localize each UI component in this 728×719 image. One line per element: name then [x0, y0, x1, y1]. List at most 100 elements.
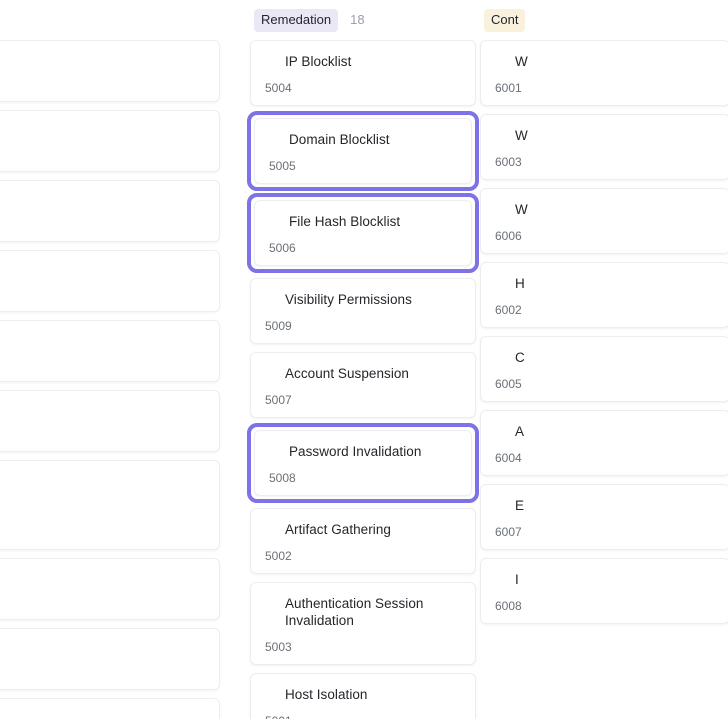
column-title-containment[interactable]: Cont	[484, 8, 526, 32]
board-column-remediation[interactable]: Remedation 18 IP Blocklist 5004 Domain Blo…	[247, 0, 479, 719]
diamond-icon	[495, 278, 506, 289]
card-body[interactable]: I 6008	[480, 558, 728, 624]
card-list-remediation: IP Blocklist 5004 Domain Blocklist 5005 File…	[247, 40, 479, 719]
card-offscreen[interactable]	[0, 180, 220, 242]
card-offscreen[interactable]	[0, 40, 220, 102]
card[interactable]: A 6004	[480, 410, 728, 476]
card[interactable]: W 6003	[480, 114, 728, 180]
card-highlighted[interactable]: Domain Blocklist 5005	[247, 111, 479, 191]
card-id: 5009	[265, 319, 292, 333]
board-column-left-partial[interactable]	[0, 0, 220, 719]
card-title: Artifact Gathering	[285, 522, 391, 537]
card[interactable]: E 6007	[480, 484, 728, 550]
card-header: C	[495, 349, 715, 366]
card-id: 6001	[495, 81, 522, 95]
square-icon	[265, 689, 276, 700]
card-header: Host Isolation	[265, 686, 461, 703]
column-title-remediation[interactable]: Remedation	[254, 8, 339, 32]
card-header: Password Invalidation	[269, 443, 457, 460]
card-id: 5006	[269, 241, 296, 255]
card-body[interactable]: Account Suspension 5007	[250, 352, 476, 418]
card-title: W	[515, 128, 528, 143]
card-id: 6005	[495, 377, 522, 391]
diamond-icon	[269, 216, 280, 227]
card-body[interactable]: Authentication Session Invalidation 5003	[250, 582, 476, 665]
card[interactable]: Visibility Permissions 5009	[250, 278, 476, 344]
card-offscreen[interactable]	[0, 250, 220, 312]
square-icon	[495, 130, 506, 141]
card-body[interactable]: Password Invalidation 5008	[254, 430, 472, 496]
square-icon	[265, 56, 276, 67]
board-column-containment[interactable]: Cont W 6001 W 6003 W 6006 H 6002 C 6005 A 6004 E 6007…	[480, 0, 728, 624]
card[interactable]: Authentication Session Invalidation 5003	[250, 582, 476, 665]
card-title: Visibility Permissions	[285, 292, 412, 307]
card-list-left-partial	[0, 40, 220, 719]
card[interactable]: H 6002	[480, 262, 728, 328]
card-title: Password Invalidation	[289, 444, 422, 459]
card[interactable]: Host Isolation 5001	[250, 673, 476, 719]
card-offscreen[interactable]	[0, 628, 220, 690]
card-body[interactable]: IP Blocklist 5004	[250, 40, 476, 106]
square-icon	[265, 294, 276, 305]
card-body[interactable]: File Hash Blocklist 5006	[254, 200, 472, 266]
card-id: 5005	[269, 159, 296, 173]
card-header: A	[495, 423, 715, 440]
card-body[interactable]: W 6006	[480, 188, 728, 254]
column-header-containment: Cont	[480, 0, 728, 40]
card-offscreen[interactable]	[0, 698, 220, 719]
card-body[interactable]: H 6002	[480, 262, 728, 328]
card-body[interactable]: C 6005	[480, 336, 728, 402]
card-offscreen[interactable]	[0, 460, 220, 550]
diamond-icon	[269, 446, 280, 457]
card-offscreen[interactable]	[0, 110, 220, 172]
card-header: Domain Blocklist	[269, 131, 457, 148]
diamond-icon	[495, 352, 506, 363]
card-header: IP Blocklist	[265, 53, 461, 70]
card[interactable]: W 6006	[480, 188, 728, 254]
card[interactable]: Artifact Gathering 5002	[250, 508, 476, 574]
card-body[interactable]: Visibility Permissions 5009	[250, 278, 476, 344]
card[interactable]: C 6005	[480, 336, 728, 402]
card-highlighted[interactable]: Password Invalidation 5008	[247, 423, 479, 503]
card-title: Host Isolation	[285, 687, 368, 702]
square-icon	[495, 426, 506, 437]
card-id: 6007	[495, 525, 522, 539]
card-id: 5001	[265, 714, 461, 719]
card-offscreen[interactable]	[0, 558, 220, 620]
card-body[interactable]: A 6004	[480, 410, 728, 476]
card-header: File Hash Blocklist	[269, 213, 457, 230]
card-body[interactable]: E 6007	[480, 484, 728, 550]
card-body[interactable]: Host Isolation 5001	[250, 673, 476, 719]
card-header: W	[495, 127, 715, 144]
card-body[interactable]: W 6003	[480, 114, 728, 180]
card-header: W	[495, 53, 715, 70]
card-body[interactable]: Domain Blocklist 5005	[254, 118, 472, 184]
card-id: 5004	[265, 81, 292, 95]
card[interactable]: Account Suspension 5007	[250, 352, 476, 418]
kanban-board: Remedation 18 IP Blocklist 5004 Domain Blo…	[0, 0, 728, 719]
square-icon	[495, 56, 506, 67]
card-id: 5002	[265, 549, 292, 563]
square-icon	[265, 368, 276, 379]
card-header: Artifact Gathering	[265, 521, 461, 538]
card-id: 6008	[495, 599, 522, 613]
card-highlighted[interactable]: File Hash Blocklist 5006	[247, 193, 479, 273]
card-header: Authentication Session Invalidation	[265, 595, 461, 629]
card-title: Domain Blocklist	[289, 132, 390, 147]
card-body[interactable]: Artifact Gathering 5002	[250, 508, 476, 574]
card-title: IP Blocklist	[285, 54, 352, 69]
card[interactable]: I 6008	[480, 558, 728, 624]
card-body[interactable]: W 6001	[480, 40, 728, 106]
square-icon	[495, 204, 506, 215]
card-offscreen[interactable]	[0, 390, 220, 452]
card[interactable]: IP Blocklist 5004	[250, 40, 476, 106]
card-title: Authentication Session Invalidation	[285, 596, 424, 628]
card-header: Account Suspension	[265, 365, 461, 382]
card-id: 6004	[495, 451, 522, 465]
square-icon	[269, 134, 280, 145]
card[interactable]: W 6001	[480, 40, 728, 106]
diamond-icon	[495, 574, 506, 585]
card-id: 6002	[495, 303, 522, 317]
card-id: 5008	[269, 471, 296, 485]
card-offscreen[interactable]	[0, 320, 220, 382]
